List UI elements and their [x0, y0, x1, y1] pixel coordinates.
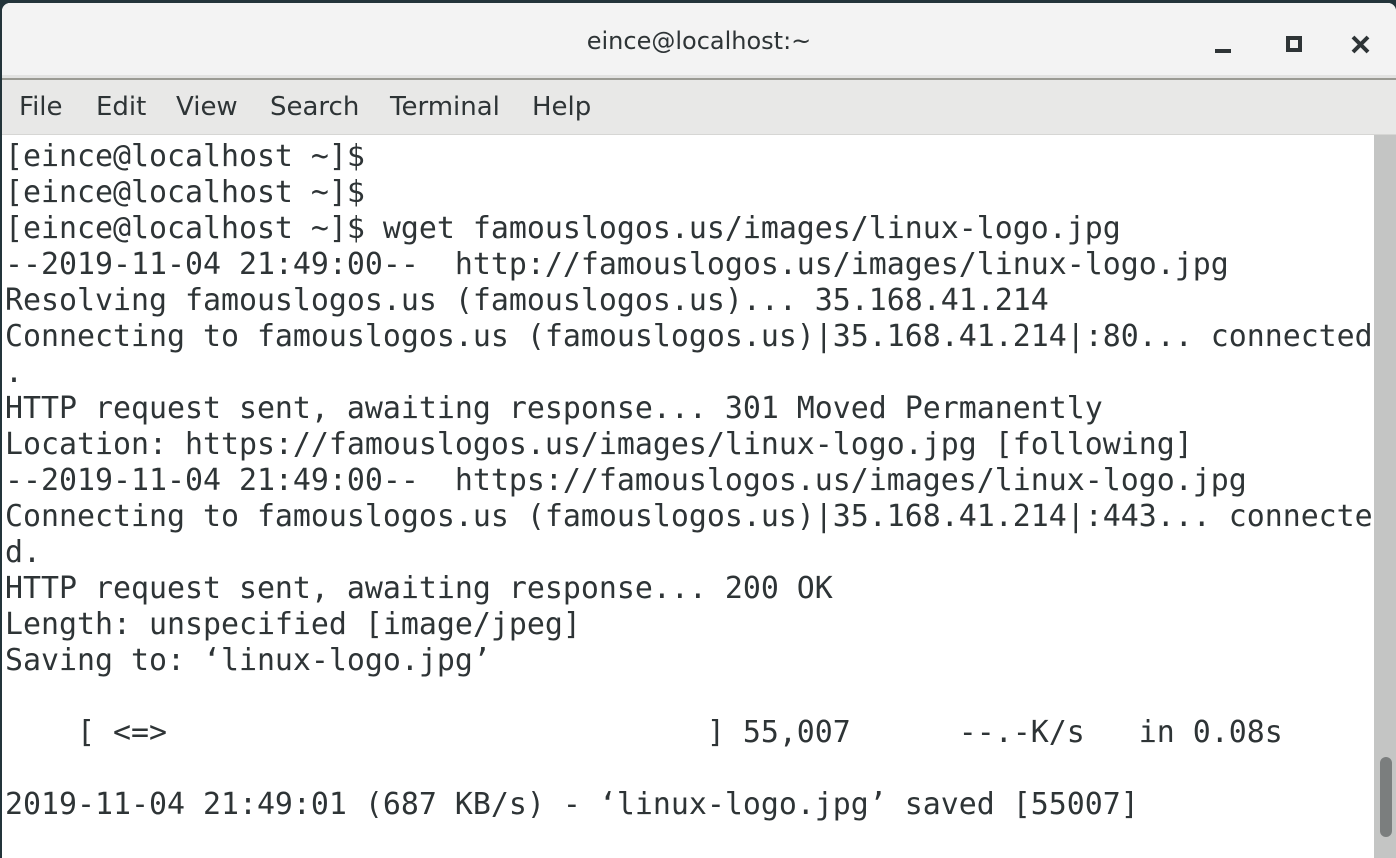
menu-terminal[interactable]: Terminal	[390, 80, 500, 134]
terminal-line: HTTP request sent, awaiting response... …	[5, 571, 833, 606]
maximize-icon	[1286, 36, 1302, 52]
terminal-line: 2019-11-04 21:49:01 (687 KB/s) - ‘linux-…	[5, 787, 1139, 822]
maximize-button[interactable]	[1274, 25, 1314, 65]
terminal-line: [eince@localhost ~]$	[5, 175, 365, 210]
terminal-line: Saving to: ‘linux-logo.jpg’	[5, 643, 491, 678]
terminal-output[interactable]: [eince@localhost ~]$ [eince@localhost ~]$…	[2, 135, 1374, 858]
menu-help[interactable]: Help	[532, 80, 591, 134]
terminal-line: d.	[5, 535, 41, 570]
minimize-icon	[1215, 49, 1231, 53]
terminal-line: --2019-11-04 21:49:00-- http://famouslog…	[5, 247, 1229, 282]
terminal-line: Resolving famouslogos.us (famouslogos.us…	[5, 283, 1049, 318]
menu-view[interactable]: View	[176, 80, 238, 134]
minimize-button[interactable]	[1202, 25, 1242, 65]
terminal-line: [ <=> ] 55,007 --.-K/s in 0.08s	[5, 715, 1283, 750]
menu-bar: File Edit View Search Terminal Help	[2, 80, 1396, 135]
menu-search[interactable]: Search	[270, 80, 359, 134]
terminal-line: .	[5, 355, 23, 390]
terminal-line: Length: unspecified [image/jpeg]	[5, 607, 581, 642]
menu-edit[interactable]: Edit	[96, 80, 146, 134]
scrollbar[interactable]	[1374, 135, 1396, 858]
terminal-line: Connecting to famouslogos.us (famouslogo…	[5, 499, 1373, 534]
terminal-line: [eince@localhost ~]$	[5, 139, 365, 174]
scrollbar-thumb[interactable]	[1380, 757, 1392, 837]
window-title: eince@localhost:~	[586, 27, 812, 55]
title-bar[interactable]: eince@localhost:~	[2, 3, 1396, 78]
terminal-line: [eince@localhost ~]$ wget famouslogos.us…	[5, 211, 1121, 246]
terminal-line: Connecting to famouslogos.us (famouslogo…	[5, 319, 1373, 354]
terminal-window: eince@localhost:~ File Edit View Search …	[2, 3, 1396, 858]
menu-file[interactable]: File	[19, 80, 63, 134]
terminal-line: --2019-11-04 21:49:00-- https://famouslo…	[5, 463, 1247, 498]
close-button[interactable]	[1340, 25, 1380, 65]
terminal-line: Location: https://famouslogos.us/images/…	[5, 427, 1193, 462]
close-icon	[1351, 35, 1370, 54]
terminal-line: HTTP request sent, awaiting response... …	[5, 391, 1103, 426]
